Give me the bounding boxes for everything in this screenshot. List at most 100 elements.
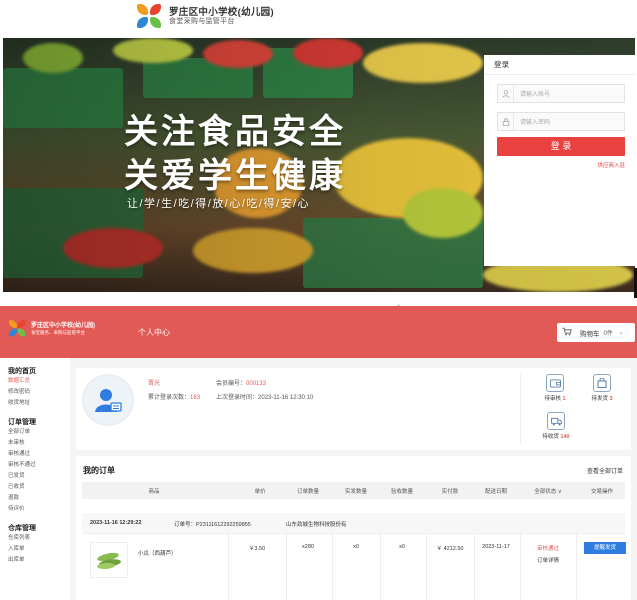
chevron-down-icon: ⌄ [618, 330, 624, 336]
shipped-qty: x0 [353, 544, 359, 550]
avatar[interactable] [82, 374, 134, 426]
orders-title: 我的订单 [83, 466, 115, 475]
bag-icon [593, 374, 611, 392]
divider [520, 374, 521, 444]
last-login-label: 上次登录时间： [216, 395, 259, 401]
cart-icon [562, 327, 572, 338]
school-logo-icon [9, 320, 27, 338]
orders-table-header: 商品 单价 订单数量 实发数量 验收数量 实付款 配送日期 全部状态 ∨ 交易操… [82, 482, 625, 499]
cart-button[interactable]: 购物车 0件 ⌄ [557, 323, 635, 342]
sidebar-item[interactable]: 数据汇总 [0, 376, 70, 387]
member-number-label: 会员编号： [216, 381, 247, 387]
col-accepted-qty: 验收数量 [390, 489, 414, 495]
sidebar-item[interactable]: 修改密码 [0, 387, 70, 398]
member-number: 会员编号：000133 [216, 378, 266, 387]
login-button[interactable]: 登 录 [497, 137, 625, 156]
stat-value: 3 [609, 396, 613, 402]
col-unit-price: 单价 [254, 489, 266, 495]
nav-personal-center[interactable]: 个人中心 [138, 327, 170, 338]
login-title: 登录 [484, 55, 635, 75]
sidebar-item[interactable]: 待评价 [0, 504, 70, 515]
login-count: 累计登录次数：163 [148, 392, 200, 401]
stat-pending-ship[interactable]: 待发货 3 [586, 374, 618, 402]
sidebar-item[interactable]: 退款 [0, 493, 70, 504]
col-product: 商品 [148, 489, 160, 495]
last-login: 上次登录时间：2023-11-16 12:30:10 [216, 392, 313, 401]
order-no: 订单号：P23111612292259855 [174, 520, 251, 528]
stat-value: 1 [562, 396, 566, 402]
col-delivery-date: 配送日期 [484, 489, 508, 495]
supplier-join-link[interactable]: 供应商入驻 [597, 161, 625, 169]
wallet-icon [546, 374, 564, 392]
account-placeholder: 请输入账号 [520, 92, 551, 98]
stat-value: 140 [560, 434, 570, 440]
account-input[interactable]: 请输入账号 [497, 84, 625, 103]
chevron-down-icon: ∨ [557, 489, 562, 495]
col-order-qty: 订单数量 [296, 489, 320, 495]
slogan-student-health: 关爱学生健康 [124, 156, 346, 196]
view-all-orders-link[interactable]: 查看全部订单 [587, 466, 623, 475]
sidebar: 我的首页 数据汇总 修改密码 收货地址订单管理 全部订单 未审核 审核通过 审核不通过 已发货已… [0, 358, 70, 600]
sidebar-group-title: 我的首页 [8, 368, 36, 375]
col-paid: 实付款 [441, 489, 459, 495]
sidebar-item[interactable]: 已发货 [0, 471, 70, 482]
stat-pending-review[interactable]: 待审核 1 [540, 374, 570, 402]
slogan-subline: 让/学/生/吃/得/放/心/吃/得/安/心 [127, 198, 311, 210]
col-actions: 交易操作 [590, 489, 614, 495]
order-meta-row: 2023-11-16 12:29:22 订单号：P231116122922598… [82, 513, 625, 533]
sidebar-group-title: 仓库管理 [8, 525, 36, 532]
orders-panel: 我的订单 查看全部订单 商品 单价 订单数量 实发数量 验收数量 实付款 配送日… [76, 456, 631, 600]
login-page-logo: 罗庄区中小学校(幼儿园) 食堂采购与监管平台 [137, 2, 274, 32]
order-status: 审核通过 [536, 546, 560, 552]
school-logo-icon [137, 4, 163, 30]
supplier-name: 山东劲城生物科技股份有 [286, 522, 347, 528]
password-input[interactable]: 请输入密码 [497, 112, 625, 131]
login-count-value: 163 [190, 395, 201, 401]
dashboard-logo[interactable]: 罗庄区中小学校(幼儿园) 食堂服务、采购与监管平台 [9, 320, 95, 338]
sidebar-item[interactable]: 审核不通过 [0, 460, 70, 471]
header-platform-name: 食堂服务、采购与监管平台 [31, 329, 85, 335]
login-panel: 登录 请输入账号 请输入密码 登 录 供应商入驻 [484, 55, 635, 266]
unit-price: ￥3.50 [248, 546, 266, 552]
sidebar-item[interactable]: 全部订单 [0, 427, 70, 438]
order-qty: x280 [302, 544, 314, 550]
product-thumbnail[interactable] [90, 542, 128, 578]
order-detail-link[interactable]: 订单详情 [537, 556, 559, 564]
status-filter-dropdown[interactable]: 全部状态 ∨ [534, 487, 562, 495]
header-school-name: 罗庄区中小学校(幼儿园) [31, 322, 95, 329]
member-number-value: 000133 [246, 381, 267, 387]
table-row: 小瓜（西葫芦） ￥3.50 x280 x0 x0 ￥ 4212.50 2023-… [82, 533, 626, 600]
login-count-label: 累计登录次数： [148, 395, 191, 401]
sidebar-item[interactable]: 已收货 [0, 482, 70, 493]
sidebar-item[interactable]: 收货地址 [0, 398, 70, 409]
password-placeholder: 请输入密码 [520, 120, 551, 126]
status-filter-label: 全部状态 [534, 489, 557, 495]
truck-icon [547, 412, 565, 430]
sidebar-item[interactable]: 出库单 [0, 555, 70, 566]
stat-label: 待收货 [542, 434, 559, 440]
stat-label: 待发货 [591, 396, 608, 402]
delivery-date: 2023-11-17 [482, 544, 510, 550]
profile-card: 晋光 累计登录次数：163 会员编号：000133 上次登录时间：2023-11… [76, 368, 631, 450]
last-login-value: 2023-11-16 12:30:10 [258, 395, 314, 401]
accepted-qty: x0 [399, 544, 405, 550]
product-name[interactable]: 小瓜（西葫芦） [138, 549, 177, 557]
school-name: 罗庄区中小学校(幼儿园) [169, 6, 274, 18]
order-no-label: 订单号： [174, 522, 197, 528]
cart-label: 购物车 [580, 330, 600, 338]
sidebar-group-title: 订单管理 [8, 419, 36, 426]
stat-label: 待审核 [544, 396, 561, 402]
col-shipped-qty: 实发数量 [344, 489, 368, 495]
stat-pending-receive[interactable]: 待收货 140 [534, 412, 578, 440]
sidebar-item[interactable]: 审核通过 [0, 449, 70, 460]
user-name: 晋光 [148, 381, 161, 387]
remind-ship-button[interactable]: 提醒发货 [584, 542, 626, 554]
paid-amount: ￥ 4212.50 [436, 546, 464, 552]
platform-name: 食堂采购与监管平台 [169, 18, 235, 26]
sidebar-item[interactable]: 入库单 [0, 544, 70, 555]
dashboard-header: 罗庄区中小学校(幼儿园) 食堂服务、采购与监管平台 个人中心 购物车 0件 ⌄ [0, 306, 637, 358]
order-no-value: P23111612292259855 [196, 522, 251, 528]
slogan-food-safety: 关注食品安全 [124, 112, 346, 152]
sidebar-item[interactable]: 未审核 [0, 438, 70, 449]
sidebar-item[interactable]: 仓库列表 [0, 533, 70, 544]
